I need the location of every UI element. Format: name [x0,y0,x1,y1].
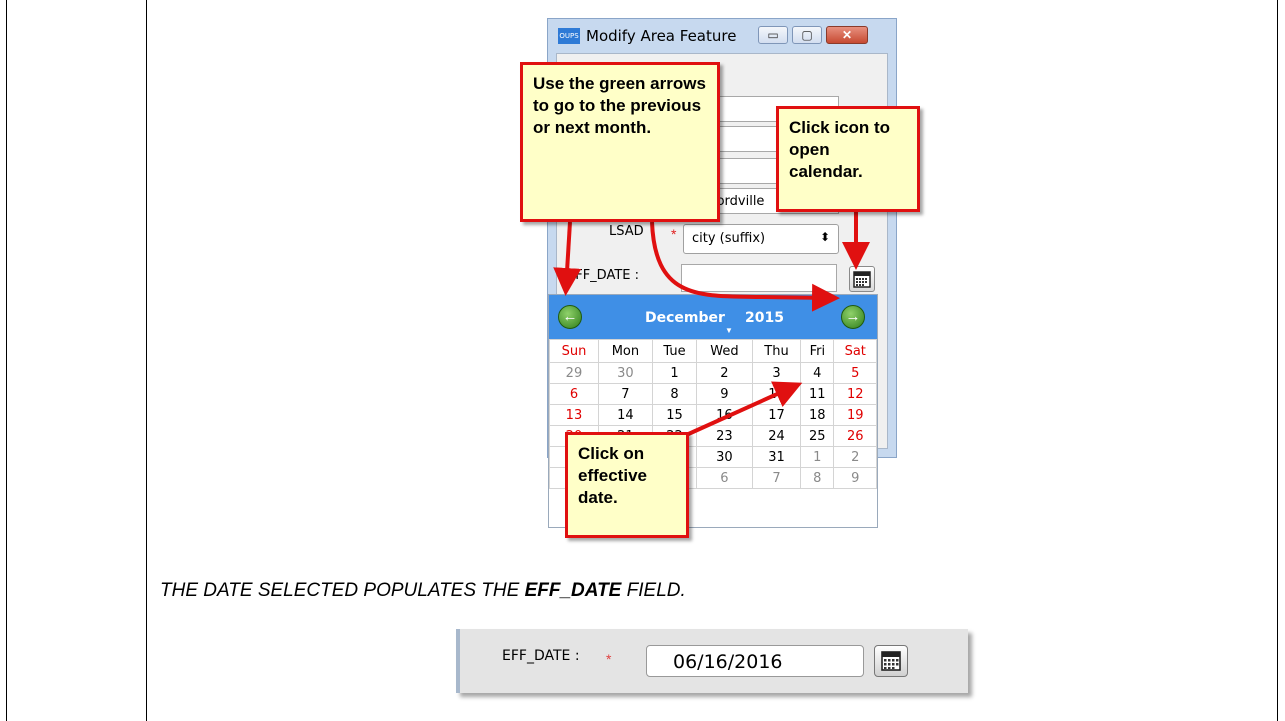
calendar-day[interactable]: 31 [751,446,802,468]
calendar-day[interactable]: 10 [751,383,802,405]
calendar-day[interactable]: 26 [833,425,877,447]
result-required-mark: * [606,651,612,667]
calendar-day[interactable]: 23 [696,425,753,447]
calendar-day[interactable]: 9 [833,467,877,489]
calendar-day[interactable]: 24 [751,425,802,447]
lsad-label: LSAD [609,224,644,239]
year-selector[interactable]: 2015 [745,310,784,326]
result-eff-date-input[interactable]: 06/16/2016 [646,645,864,677]
instruction-caption: THE DATE SELECTED POPULATES THE EFF_DATE… [160,580,686,602]
month-selector[interactable]: December [645,310,725,326]
table-column-divider [146,0,147,721]
callout-calendar-icon: Click icon to open calendar. [776,106,920,212]
dialog-titlebar[interactable]: OUPS Modify Area Feature ▭ ▢ ✕ [548,19,896,53]
app-icon: OUPS [558,28,580,44]
result-calendar-button[interactable] [874,645,908,677]
weekday-header-row: Sun Mon Tue Wed Thu Fri Sat [549,339,877,363]
maximize-button[interactable]: ▢ [792,26,822,44]
calendar-button[interactable] [849,266,875,292]
table-right-border [1277,0,1278,721]
minimize-button[interactable]: ▭ [758,26,788,44]
previous-month-button[interactable]: ← [558,305,582,329]
calendar-day[interactable]: 12 [833,383,877,405]
caption-bold-field: EFF_DATE [524,580,622,601]
calendar-day[interactable]: 11 [800,383,835,405]
select-arrows-icon: ⬍ [819,230,830,244]
weekday-thu: Thu [751,339,802,363]
calendar-day[interactable]: 30 [597,362,653,384]
calendar-icon [881,651,901,671]
result-eff-date-label: EFF_DATE : [502,648,580,664]
caption-part2: FIELD. [621,580,686,601]
calendar-day[interactable]: 5 [833,362,877,384]
calendar-day[interactable]: 2 [833,446,877,468]
calendar-day[interactable]: 6 [696,467,753,489]
calendar-day[interactable]: 15 [651,404,698,426]
next-month-button[interactable]: → [841,305,865,329]
calendar-day[interactable]: 4 [800,362,835,384]
calendar-day[interactable]: 16 [696,404,753,426]
minimize-icon: ▭ [767,28,779,42]
eff-date-input[interactable] [681,264,837,292]
calendar-day[interactable]: 3 [751,362,802,384]
weekday-sun: Sun [549,339,599,363]
weekday-tue: Tue [651,339,698,363]
table-left-border [6,0,7,721]
calendar-day[interactable]: 30 [696,446,753,468]
callout-green-arrows: Use the green arrows to go to the previo… [520,62,720,222]
calendar-day[interactable]: 14 [597,404,653,426]
callout-effective-date: Click on effective date. [565,432,689,538]
eff-date-label: EFF_DATE : [567,268,640,283]
close-button[interactable]: ✕ [826,26,868,44]
calendar-week: 13 14 15 16 17 18 19 [549,404,877,426]
calendar-day[interactable]: 13 [549,404,599,426]
maximize-icon: ▢ [801,28,813,42]
lsad-select[interactable]: city (suffix) ⬍ [683,224,839,254]
calendar-week: 6 7 8 9 10 11 12 [549,383,877,405]
dialog-title: Modify Area Feature [586,27,737,45]
lsad-required-mark: * [671,226,677,242]
calendar-day[interactable]: 6 [549,383,599,405]
calendar-header: ← December ▼ 2015 → [549,295,877,339]
calendar-day[interactable]: 1 [800,446,835,468]
month-dropdown-caret-icon: ▼ [725,326,733,335]
populated-eff-date-field: EFF_DATE : * 06/16/2016 [456,629,968,693]
calendar-day[interactable]: 1 [651,362,698,384]
calendar-day[interactable]: 17 [751,404,802,426]
weekday-sat: Sat [833,339,877,363]
calendar-day[interactable]: 18 [800,404,835,426]
calendar-day[interactable]: 19 [833,404,877,426]
weekday-fri: Fri [800,339,835,363]
weekday-mon: Mon [597,339,653,363]
lsad-select-value: city (suffix) [692,231,766,246]
calendar-week: 29 30 1 2 3 4 5 [549,362,877,384]
close-icon: ✕ [841,28,853,42]
calendar-day[interactable]: 7 [597,383,653,405]
calendar-day[interactable]: 8 [800,467,835,489]
calendar-day[interactable]: 29 [549,362,599,384]
calendar-icon [853,271,871,288]
weekday-wed: Wed [696,339,753,363]
calendar-day[interactable]: 8 [651,383,698,405]
calendar-day[interactable]: 9 [696,383,753,405]
calendar-day[interactable]: 2 [696,362,753,384]
calendar-day[interactable]: 25 [800,425,835,447]
calendar-day[interactable]: 7 [751,467,802,489]
caption-part1: THE DATE SELECTED POPULATES THE [160,580,525,601]
